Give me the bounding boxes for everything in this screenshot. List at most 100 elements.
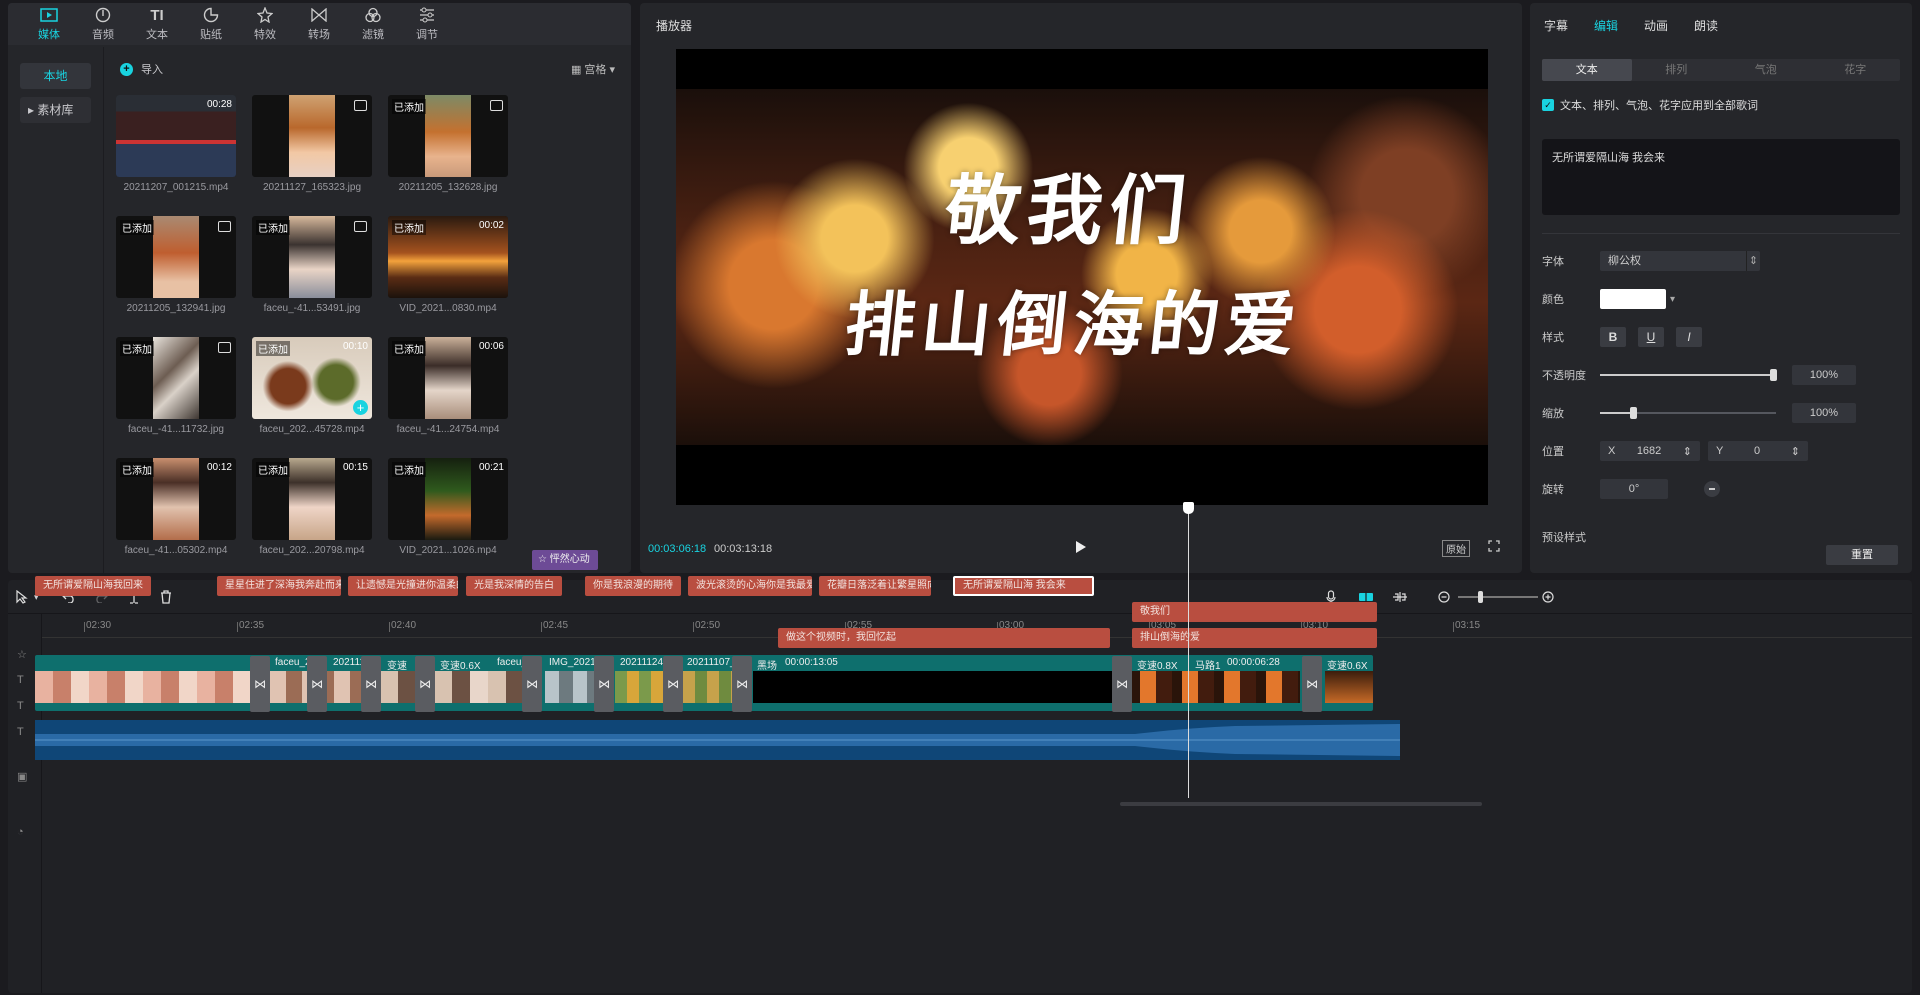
- fullscreen-button[interactable]: [1488, 540, 1500, 555]
- opacity-slider[interactable]: [1600, 369, 1777, 381]
- video-preview[interactable]: 敬我们 排山倒海的爱: [676, 49, 1488, 505]
- media-item[interactable]: 已添加 00:10 + faceu_202...45728.mp4: [252, 337, 372, 458]
- media-item[interactable]: 20211127_165323.jpg: [252, 95, 372, 216]
- black-frame: [753, 671, 1115, 703]
- color-swatch[interactable]: [1600, 289, 1666, 309]
- tool-filter[interactable]: 滤镜: [346, 3, 400, 45]
- italic-button[interactable]: I: [1676, 327, 1702, 347]
- transition-marker[interactable]: ⋈: [307, 656, 327, 712]
- lyric-clip[interactable]: 你是我浪漫的期待: [585, 576, 681, 596]
- media-item[interactable]: 已添加 faceu_-41...11732.jpg: [116, 337, 236, 458]
- lyric-clip-selected[interactable]: 无所谓爱隔山海 我会来: [953, 576, 1094, 596]
- scale-slider[interactable]: [1600, 407, 1776, 419]
- transition-marker[interactable]: ⋈: [732, 656, 752, 712]
- sidebar-item-library[interactable]: ▸ 素材库: [20, 97, 91, 123]
- lyric-clip[interactable]: 星星住进了深海我奔赴而来: [217, 576, 341, 596]
- tab-read-aloud[interactable]: 朗读: [1694, 17, 1718, 34]
- subtab-fancy-text[interactable]: 花字: [1811, 59, 1901, 81]
- slider-handle[interactable]: [1770, 369, 1777, 381]
- link-button[interactable]: [1392, 589, 1408, 605]
- scale-value[interactable]: 100%: [1792, 403, 1856, 423]
- y-label: Y: [1716, 445, 1724, 457]
- position-y-input[interactable]: Y 0 ⇕: [1708, 441, 1808, 461]
- reset-button[interactable]: 重置: [1826, 545, 1898, 565]
- file-name: 20211127_165323.jpg: [262, 182, 362, 193]
- preview-frame: [676, 89, 1488, 445]
- underline-button[interactable]: U: [1638, 327, 1664, 347]
- added-badge: 已添加: [256, 462, 290, 477]
- rotate-dial[interactable]: [1704, 481, 1720, 497]
- transition-marker[interactable]: ⋈: [361, 656, 381, 712]
- font-select[interactable]: 柳公权 ⇕: [1600, 251, 1760, 271]
- apply-all-checkbox[interactable]: ✓ 文本、排列、气泡、花字应用到全部歌词: [1542, 97, 1758, 113]
- playhead-handle[interactable]: [1183, 502, 1194, 514]
- sidebar-item-local[interactable]: 本地: [20, 63, 91, 89]
- media-item[interactable]: 已添加 faceu_-41...53491.jpg: [252, 216, 372, 337]
- subtab-text[interactable]: 文本: [1542, 59, 1632, 81]
- adjust-icon: [419, 6, 435, 24]
- subtab-layout[interactable]: 排列: [1632, 59, 1722, 81]
- playhead[interactable]: [1188, 508, 1189, 798]
- media-item[interactable]: 已添加 00:02 VID_2021...0830.mp4: [388, 216, 508, 337]
- media-item[interactable]: 已添加 20211205_132941.jpg: [116, 216, 236, 337]
- tool-transition[interactable]: 转场: [292, 3, 346, 45]
- aspect-ratio-button[interactable]: 原始: [1442, 540, 1470, 557]
- lyric-clip[interactable]: 让遗憾是光撞进你温柔的: [348, 576, 458, 596]
- video-track[interactable]: faceu_2 202111 变速 变速0.6X faceu_ IMG_2021…: [35, 655, 1373, 711]
- opacity-value[interactable]: 100%: [1792, 365, 1856, 385]
- slider-handle[interactable]: [1478, 591, 1483, 603]
- media-item[interactable]: 00:28 20211207_001215.mp4: [116, 95, 236, 216]
- timeline-scrollbar[interactable]: [1120, 802, 1482, 806]
- text-clip[interactable]: 排山倒海的爱: [1132, 628, 1377, 648]
- chevron-down-icon[interactable]: ▾: [1670, 294, 1675, 305]
- audio-icon: [95, 6, 111, 24]
- tool-audio[interactable]: 音频: [76, 3, 130, 45]
- position-x-input[interactable]: X 1682 ⇕: [1600, 441, 1700, 461]
- tab-subtitle[interactable]: 字幕: [1544, 17, 1568, 34]
- zoom-in-button[interactable]: [1542, 589, 1554, 605]
- tool-text[interactable]: TI 文本: [130, 3, 184, 45]
- play-button[interactable]: [1075, 540, 1087, 557]
- clip-label: 黑场: [757, 661, 777, 672]
- delete-button[interactable]: [160, 589, 172, 605]
- media-item[interactable]: 已添加 00:12 faceu_-41...05302.mp4: [116, 458, 236, 573]
- text-content-input[interactable]: 无所谓爱隔山海 我会来: [1542, 139, 1900, 215]
- subtab-bubble[interactable]: 气泡: [1721, 59, 1811, 81]
- tool-effects[interactable]: 特效: [238, 3, 292, 45]
- tool-media[interactable]: 媒体: [22, 3, 76, 45]
- add-to-timeline-button[interactable]: +: [353, 400, 368, 415]
- media-item[interactable]: 已添加 00:06 faceu_-41...24754.mp4: [388, 337, 508, 458]
- transition-marker[interactable]: ⋈: [1112, 656, 1132, 712]
- slider-handle[interactable]: [1630, 407, 1637, 419]
- transition-marker[interactable]: ⋈: [594, 656, 614, 712]
- bold-button[interactable]: B: [1600, 327, 1626, 347]
- transition-marker[interactable]: ⋈: [663, 656, 683, 712]
- media-item[interactable]: 已添加 00:15 faceu_202...20798.mp4: [252, 458, 372, 573]
- lyric-clip[interactable]: 花瓣日落泛着让繁星照向我: [819, 576, 931, 596]
- transition-marker[interactable]: ⋈: [1302, 656, 1322, 712]
- audio-track[interactable]: [35, 720, 1400, 760]
- lyric-clip[interactable]: 波光滚烫的心海你是我最爱: [688, 576, 812, 596]
- transition-marker[interactable]: ⋈: [250, 656, 270, 712]
- zoom-slider[interactable]: [1458, 589, 1538, 605]
- text-clip[interactable]: 做这个视频时，我回忆起: [778, 628, 1110, 648]
- text-clip[interactable]: 敬我们: [1132, 602, 1377, 622]
- tool-label: 特效: [254, 29, 276, 41]
- transition-marker[interactable]: ⋈: [522, 656, 542, 712]
- tool-sticker[interactable]: 贴纸: [184, 3, 238, 45]
- lyric-clip[interactable]: 无所谓爱隔山海我回来: [35, 576, 151, 596]
- tool-adjust[interactable]: 调节: [400, 3, 454, 45]
- tab-edit[interactable]: 编辑: [1594, 17, 1618, 34]
- media-item[interactable]: 已添加 20211205_132628.jpg: [388, 95, 508, 216]
- zoom-out-button[interactable]: [1438, 589, 1450, 605]
- view-mode-dropdown[interactable]: ▦ 宫格 ▾: [571, 61, 615, 77]
- media-item[interactable]: 已添加 00:21 VID_2021...1026.mp4: [388, 458, 508, 573]
- effect-clip[interactable]: ☆ 怦然心动: [532, 550, 598, 570]
- lyric-clip[interactable]: 光是我深情的告白: [466, 576, 562, 596]
- transition-marker[interactable]: ⋈: [415, 656, 435, 712]
- import-button[interactable]: + 导入: [120, 61, 163, 77]
- tab-animation[interactable]: 动画: [1644, 17, 1668, 34]
- media-thumbnail: [252, 95, 372, 177]
- added-badge: 已添加: [392, 462, 426, 477]
- rotate-input[interactable]: 0°: [1600, 479, 1668, 499]
